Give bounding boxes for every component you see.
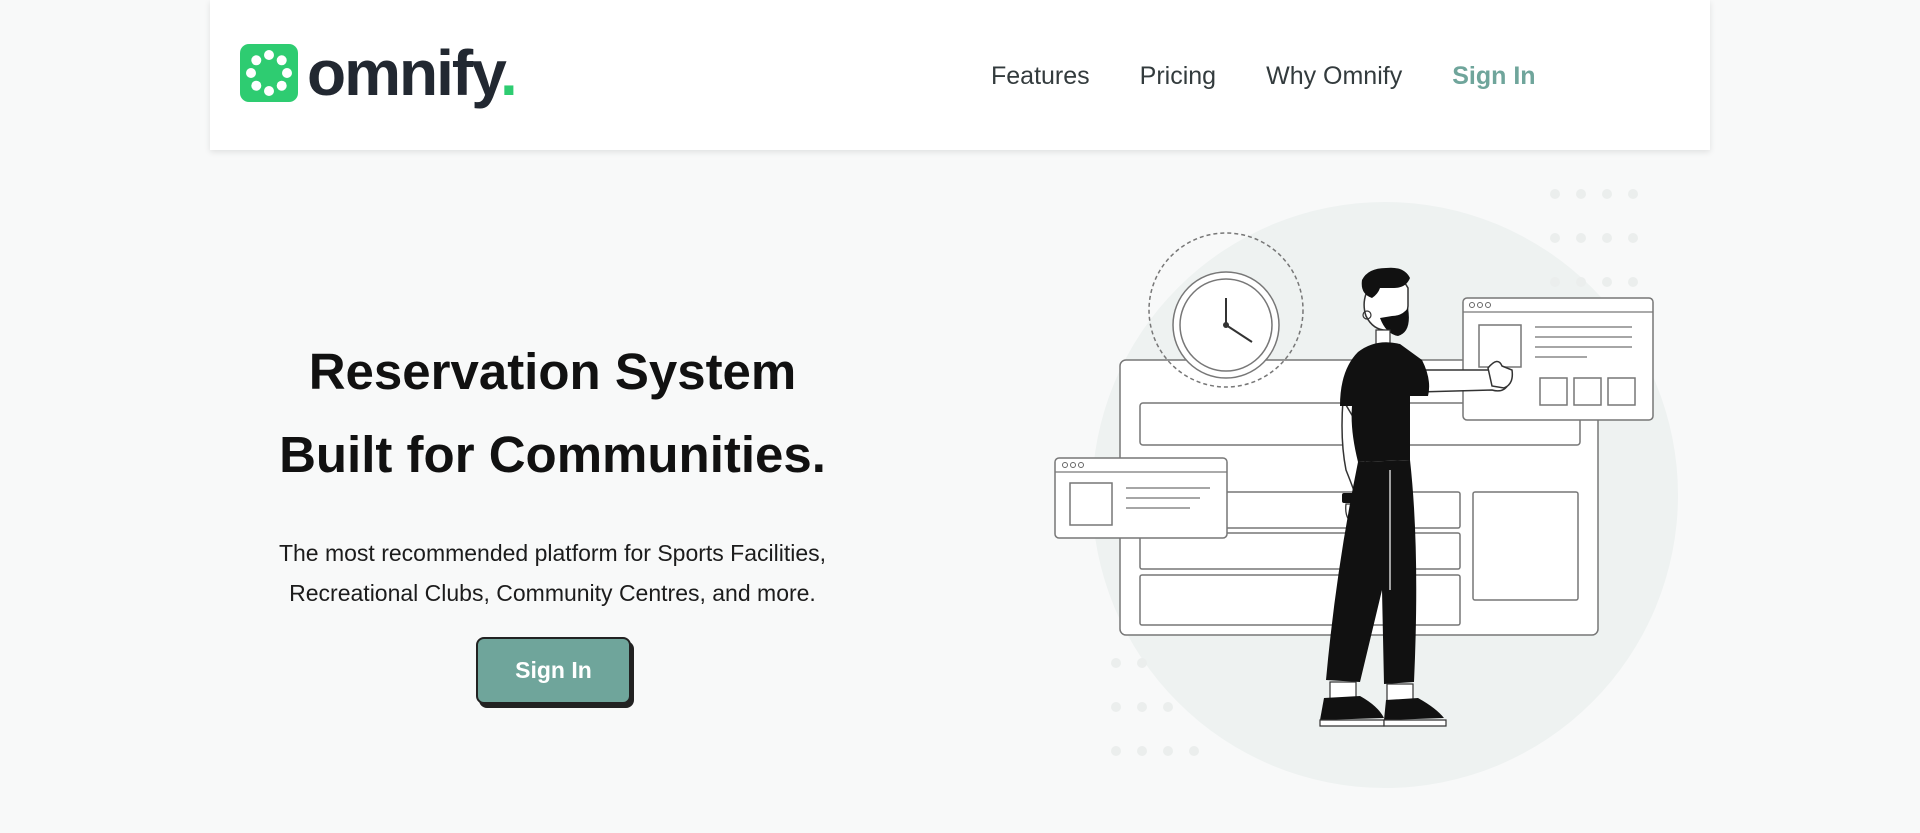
nav-why-omnify-link[interactable]: Why Omnify [1266, 62, 1402, 91]
site-header: omnify. Features Pricing Why Omnify Sign… [210, 0, 1710, 150]
logo-ring-icon [240, 44, 298, 102]
hero-subtitle: The most recommended platform for Sports… [190, 533, 915, 613]
hero-title: Reservation System Built for Communities… [190, 330, 915, 496]
main-nav: Features Pricing Why Omnify Sign In [991, 56, 1536, 96]
hero-illustration [1054, 189, 1678, 788]
hero-sign-in-button[interactable]: Sign In [476, 637, 631, 704]
hero-subtitle-line-2: Recreational Clubs, Community Centres, a… [289, 580, 816, 606]
hero-title-line-2: Built for Communities. [279, 426, 826, 483]
logo-dot: . [500, 37, 518, 109]
nav-features-link[interactable]: Features [991, 62, 1090, 91]
hero-subtitle-line-1: The most recommended platform for Sports… [278, 540, 827, 566]
right-window-card [1462, 297, 1654, 421]
omnify-logo[interactable]: omnify. [240, 37, 518, 109]
nav-pricing-link[interactable]: Pricing [1140, 62, 1216, 91]
hero-title-line-1: Reservation System [308, 343, 797, 400]
left-window-card [1054, 457, 1228, 539]
logo-wordmark: omnify. [307, 37, 518, 109]
nav-sign-in-link[interactable]: Sign In [1452, 62, 1535, 91]
